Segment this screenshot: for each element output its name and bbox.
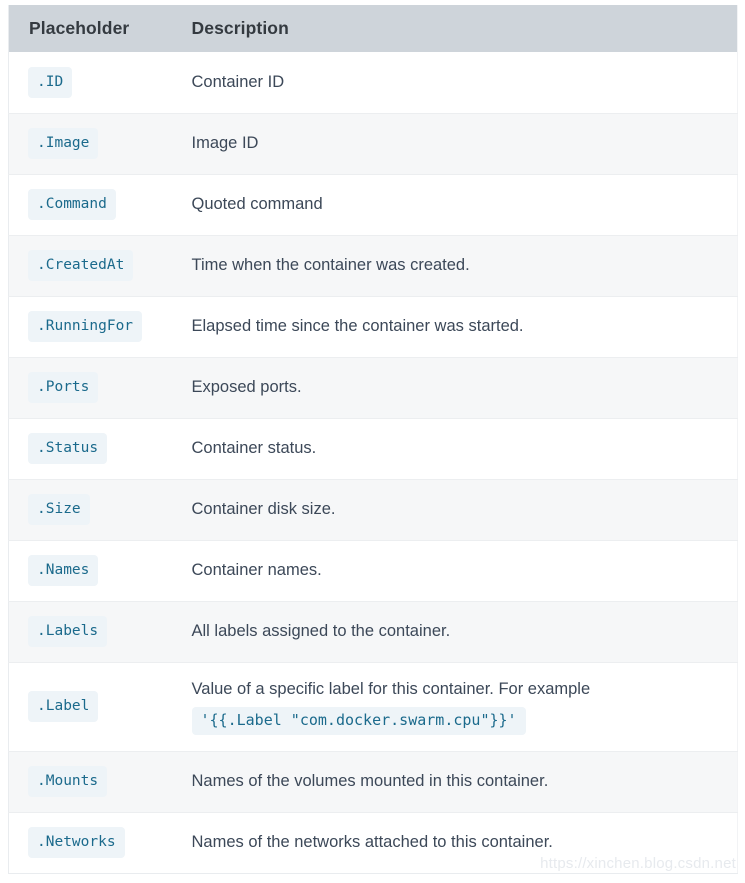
placeholder-table: Placeholder Description .ID Container ID… (8, 5, 738, 874)
table-row: .Ports Exposed ports. (8, 356, 738, 418)
table-row: .Names Container names. (8, 539, 738, 601)
placeholder-code-chip: .Labels (28, 615, 108, 648)
description-cell: Time when the container was created. (191, 234, 738, 296)
table-row: .CreatedAt Time when the container was c… (8, 234, 738, 296)
placeholder-table-container: Placeholder Description .ID Container ID… (8, 5, 738, 874)
page-root: Placeholder Description .ID Container ID… (0, 0, 745, 883)
table-header-row: Placeholder Description (8, 5, 738, 52)
placeholder-code-chip: .Mounts (28, 765, 108, 798)
description-cell: Quoted command (191, 173, 738, 235)
placeholder-cell: .Image (8, 112, 192, 174)
table-row: .Status Container status. (8, 417, 738, 479)
placeholder-cell: .ID (9, 52, 192, 113)
placeholder-cell: .Mounts (8, 750, 192, 812)
table-row: .Size Container disk size. (8, 478, 738, 540)
placeholder-code-chip: .Ports (28, 371, 99, 404)
table-header: Placeholder Description (8, 5, 738, 52)
description-cell: Elapsed time since the container was sta… (191, 295, 738, 357)
table-row: .Mounts Names of the volumes mounted in … (8, 750, 738, 812)
description-cell: Names of the networks attached to this c… (191, 811, 738, 873)
placeholder-code-chip: .Command (28, 188, 116, 221)
table-row: .RunningFor Elapsed time since the conta… (8, 295, 738, 357)
placeholder-code-chip: .Size (28, 493, 90, 526)
description-cell: Container status. (191, 417, 738, 479)
description-cell: Container names. (191, 539, 738, 601)
description-cell: Container disk size. (191, 478, 738, 540)
placeholder-cell: .Command (8, 173, 192, 235)
placeholder-code-chip: .Image (28, 127, 99, 160)
description-code-line: '{{.Label "com.docker.swarm.cpu"}}' (191, 706, 726, 735)
placeholder-cell: .RunningFor (8, 295, 192, 357)
description-text: Value of a specific label for this conta… (191, 680, 591, 699)
example-code-chip: '{{.Label "com.docker.swarm.cpu"}}' (191, 706, 526, 735)
placeholder-cell: .Ports (8, 356, 192, 418)
placeholder-code-chip: .Label (28, 690, 99, 723)
table-row: .ID Container ID (8, 52, 738, 113)
description-stack: Value of a specific label for this conta… (191, 678, 726, 735)
placeholder-cell: .Labels (8, 600, 192, 662)
column-header-description: Description (191, 5, 738, 52)
description-cell: Container ID (191, 72, 285, 91)
column-header-placeholder: Placeholder (8, 5, 192, 52)
placeholder-cell: .Names (8, 539, 192, 601)
description-cell: Exposed ports. (191, 356, 738, 418)
description-cell: Image ID (191, 112, 738, 174)
placeholder-code-chip: .Names (28, 554, 99, 587)
table-body: .ID Container ID .Image Image ID .Comman… (8, 52, 738, 873)
placeholder-cell: .Label (8, 661, 192, 751)
description-cell: All labels assigned to the container. (191, 600, 738, 662)
placeholder-code-chip: .Status (28, 432, 108, 465)
table-row: .Networks Names of the networks attached… (8, 811, 738, 873)
placeholder-cell: .Size (8, 478, 192, 540)
placeholder-cell: .Status (8, 417, 192, 479)
description-cell: Value of a specific label for this conta… (191, 661, 738, 751)
table-row: .Image Image ID (8, 112, 738, 174)
placeholder-code-chip: .ID (28, 66, 73, 98)
table-row: .Labels All labels assigned to the conta… (8, 600, 738, 662)
table-row: .Label Value of a specific label for thi… (8, 661, 738, 751)
placeholder-code-chip: .CreatedAt (28, 249, 134, 282)
description-cell: Names of the volumes mounted in this con… (191, 750, 738, 812)
placeholder-code-chip: .Networks (28, 826, 125, 859)
table-row: .Command Quoted command (8, 173, 738, 235)
placeholder-cell: .Networks (8, 811, 192, 873)
placeholder-code-chip: .RunningFor (28, 310, 143, 343)
placeholder-cell: .CreatedAt (8, 234, 192, 296)
